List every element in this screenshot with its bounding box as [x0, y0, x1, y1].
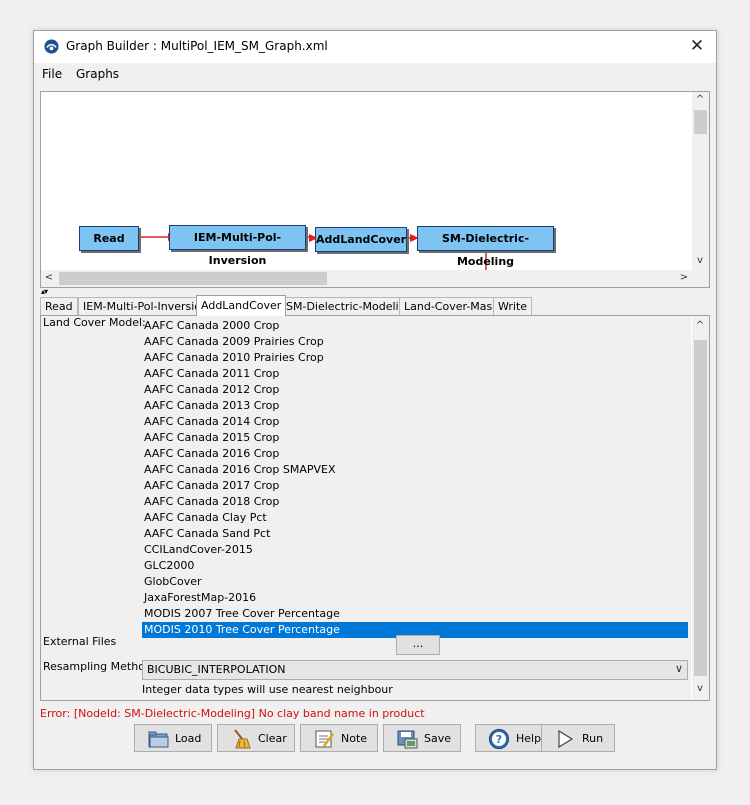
- list-item[interactable]: JaxaForestMap-2016: [142, 590, 688, 606]
- help-label: Help: [516, 732, 542, 745]
- chevron-down-icon: ∨: [674, 662, 683, 675]
- error-message: Error: [NodeId: SM-Dielectric-Modeling] …: [40, 707, 425, 720]
- scroll-down-arrow[interactable]: v: [693, 682, 707, 696]
- svg-text:?: ?: [496, 733, 502, 746]
- broom-icon: [234, 729, 251, 749]
- canvas-vertical-thumb[interactable]: [694, 110, 707, 134]
- scroll-left-arrow[interactable]: <: [42, 271, 56, 285]
- load-button[interactable]: Load: [134, 724, 212, 752]
- clear-label: Clear: [258, 732, 287, 745]
- list-item[interactable]: AAFC Canada 2016 Crop: [142, 446, 688, 462]
- resampling-method-select[interactable]: BICUBIC_INTERPOLATION ∨: [142, 660, 688, 680]
- list-item[interactable]: AAFC Canada 2012 Crop: [142, 382, 688, 398]
- scroll-down-arrow[interactable]: v: [693, 254, 707, 268]
- integer-data-note: Integer data types will use nearest neig…: [142, 683, 393, 696]
- list-item[interactable]: GlobCover: [142, 574, 688, 590]
- save-icon: [397, 730, 418, 749]
- tab-write[interactable]: Write: [493, 297, 533, 315]
- graph-builder-window: Graph Builder : MultiPol_IEM_SM_Graph.xm…: [33, 30, 717, 770]
- land-cover-model-label: Land Cover Model:: [43, 316, 146, 329]
- node-sm-dielectric-modeling[interactable]: SM-Dielectric-Modeling: [417, 226, 554, 268]
- close-button[interactable]: ✕: [686, 35, 708, 57]
- window-title: Graph Builder : MultiPol_IEM_SM_Graph.xm…: [66, 39, 328, 53]
- tab-iem-multi-pol-inversion[interactable]: IEM-Multi-Pol-Inversion: [78, 297, 214, 315]
- note-icon: [315, 730, 334, 748]
- graph-canvas-panel: Read IEM-Multi-Pol-Inversion AddLandCove…: [40, 91, 710, 288]
- canvas-horizontal-scrollbar[interactable]: < >: [41, 270, 709, 287]
- tab-read[interactable]: Read: [40, 297, 78, 315]
- menu-file[interactable]: File: [42, 67, 62, 81]
- help-button[interactable]: ? Help: [475, 724, 549, 752]
- list-item[interactable]: AAFC Canada 2011 Crop: [142, 366, 688, 382]
- canvas-horizontal-thumb[interactable]: [59, 272, 327, 285]
- load-label: Load: [175, 732, 202, 745]
- snap-app-icon: [44, 39, 59, 54]
- tab-addlandcover[interactable]: AddLandCover: [196, 295, 287, 316]
- list-item[interactable]: AAFC Canada 2018 Crop: [142, 494, 688, 510]
- list-item[interactable]: MODIS 2007 Tree Cover Percentage: [142, 606, 688, 622]
- list-item[interactable]: AAFC Canada Sand Pct: [142, 526, 688, 542]
- node-read[interactable]: Read: [79, 226, 139, 251]
- menu-bar: File Graphs: [34, 63, 716, 85]
- panel-content: Land Cover Model: AAFC Canada 2000 Crop …: [41, 316, 691, 700]
- list-item[interactable]: AAFC Canada 2017 Crop: [142, 478, 688, 494]
- panel-vertical-thumb[interactable]: [694, 340, 707, 676]
- list-item[interactable]: GLC2000: [142, 558, 688, 574]
- clear-button[interactable]: Clear: [217, 724, 295, 752]
- scroll-up-arrow[interactable]: ^: [693, 319, 707, 333]
- scroll-right-arrow[interactable]: >: [677, 271, 691, 285]
- note-button[interactable]: Note: [300, 724, 378, 752]
- list-item[interactable]: AAFC Canada 2009 Prairies Crop: [142, 334, 688, 350]
- list-item[interactable]: CCILandCover-2015: [142, 542, 688, 558]
- save-label: Save: [424, 732, 452, 745]
- note-label: Note: [341, 732, 368, 745]
- external-files-label: External Files: [43, 635, 117, 648]
- menu-graphs[interactable]: Graphs: [76, 67, 119, 81]
- addlandcover-panel: Land Cover Model: AAFC Canada 2000 Crop …: [40, 315, 710, 701]
- browse-external-files-button[interactable]: ...: [396, 635, 440, 655]
- folder-icon: [148, 731, 169, 748]
- scroll-up-arrow[interactable]: ^: [693, 93, 707, 107]
- panel-vertical-scrollbar[interactable]: ^ v: [692, 316, 709, 700]
- help-icon: ?: [489, 729, 509, 749]
- tab-bar: Read IEM-Multi-Pol-Inversion AddLandCove…: [40, 295, 710, 316]
- list-item[interactable]: AAFC Canada 2010 Prairies Crop: [142, 350, 688, 366]
- node-iem-multi-pol-inversion[interactable]: IEM-Multi-Pol-Inversion: [169, 225, 306, 267]
- tab-land-cover-mask[interactable]: Land-Cover-Mask: [399, 297, 504, 315]
- list-item[interactable]: AAFC Canada 2013 Crop: [142, 398, 688, 414]
- canvas-vertical-scrollbar[interactable]: ^ v: [692, 92, 709, 270]
- land-cover-model-list[interactable]: AAFC Canada 2000 Crop AAFC Canada 2009 P…: [142, 318, 688, 638]
- list-item[interactable]: AAFC Canada 2016 Crop SMAPVEX: [142, 462, 688, 478]
- tab-sm-dielectric-modeling[interactable]: SM-Dielectric-Modeling: [281, 297, 418, 315]
- list-item[interactable]: AAFC Canada 2015 Crop: [142, 430, 688, 446]
- node-addlandcover[interactable]: AddLandCover: [315, 227, 407, 252]
- list-item[interactable]: AAFC Canada Clay Pct: [142, 510, 688, 526]
- run-label: Run: [582, 732, 604, 745]
- play-icon: [558, 729, 574, 749]
- title-bar: Graph Builder : MultiPol_IEM_SM_Graph.xm…: [34, 31, 716, 63]
- list-item[interactable]: AAFC Canada 2000 Crop: [142, 318, 688, 334]
- resampling-method-value: BICUBIC_INTERPOLATION: [147, 663, 286, 676]
- graph-canvas[interactable]: Read IEM-Multi-Pol-Inversion AddLandCove…: [41, 92, 691, 270]
- resampling-method-label: Resampling Method:: [43, 660, 156, 673]
- list-item[interactable]: AAFC Canada 2014 Crop: [142, 414, 688, 430]
- run-button[interactable]: Run: [541, 724, 615, 752]
- save-button[interactable]: Save: [383, 724, 461, 752]
